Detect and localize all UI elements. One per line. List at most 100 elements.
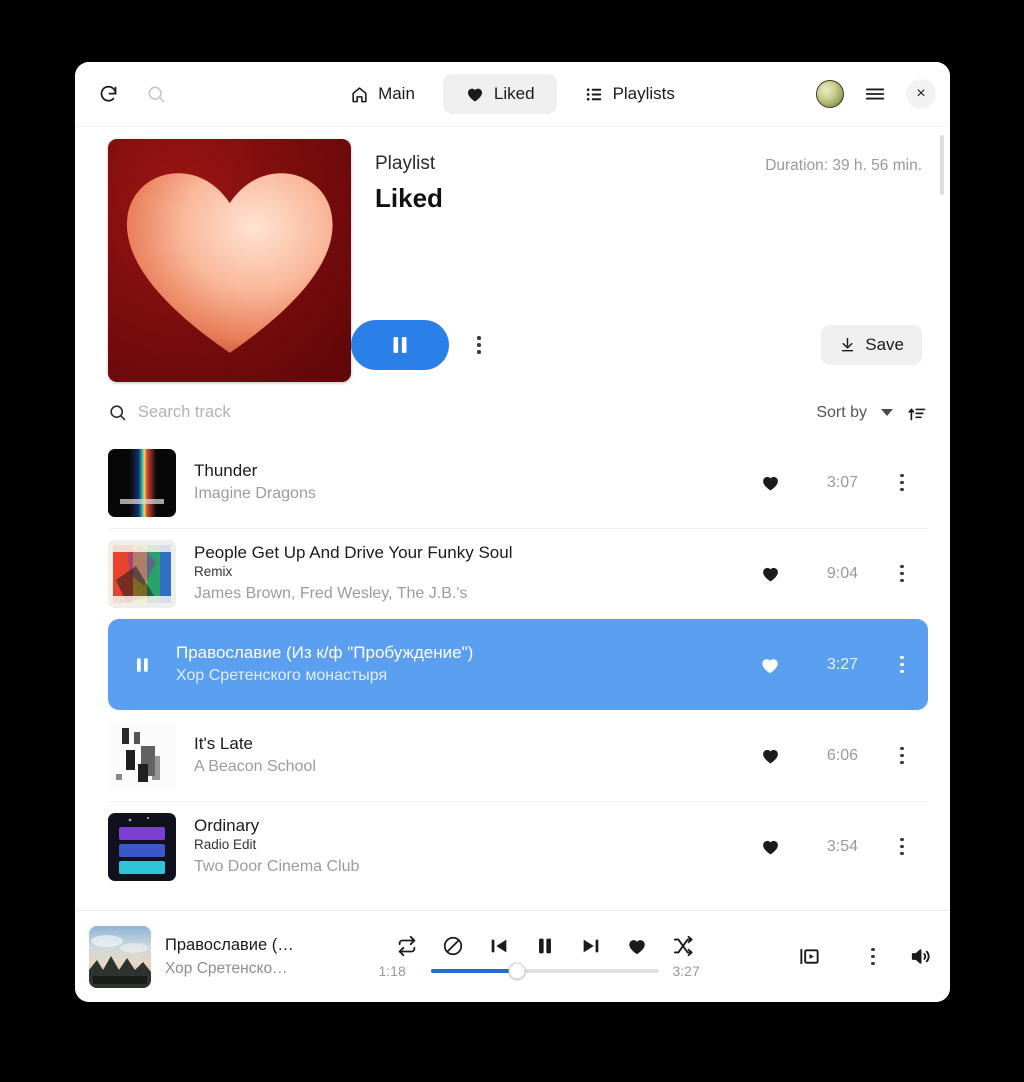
player-right-controls: [798, 945, 932, 968]
tab-playlists-label: Playlists: [612, 84, 675, 103]
sort-ascending-icon[interactable]: [907, 402, 928, 423]
track-cover-art: [108, 721, 176, 790]
tab-liked[interactable]: Liked: [442, 74, 557, 114]
header-right-actions: ×: [816, 77, 936, 111]
next-track-icon[interactable]: [580, 935, 602, 957]
track-like-icon[interactable]: [750, 472, 790, 493]
progress-slider[interactable]: [430, 962, 659, 979]
pause-icon[interactable]: [534, 935, 556, 957]
track-cover-art: [108, 448, 176, 517]
now-playing-title: Православие (…: [165, 935, 294, 954]
track-cover-art: [108, 812, 176, 881]
playlist-duration: Duration: 39 h. 56 min.: [765, 157, 922, 174]
table-row[interactable]: Ordinary Radio Edit Two Door Cinema Club…: [108, 801, 928, 892]
window-header: Main Liked Playlists ×: [75, 62, 950, 126]
repeat-icon[interactable]: [396, 935, 418, 957]
table-row[interactable]: People Get Up And Drive Your Funky Soul …: [108, 528, 928, 619]
save-button[interactable]: Save: [821, 325, 922, 365]
track-duration: 3:07: [826, 473, 858, 491]
now-playing-meta: Православие (… Хор Сретенско…: [165, 936, 311, 978]
track-more-button[interactable]: [888, 473, 916, 492]
search-track-wrapper: [108, 403, 418, 422]
heart-icon: [465, 84, 485, 104]
album-art-sky: [89, 925, 151, 988]
seek-row: 1:18 3:27: [311, 962, 778, 979]
home-icon: [350, 85, 369, 104]
track-subtitle: Remix: [194, 563, 233, 579]
track-more-button[interactable]: [888, 837, 916, 856]
playlist-more-button[interactable]: [465, 336, 493, 354]
track-like-icon[interactable]: [750, 836, 790, 857]
save-button-label: Save: [865, 335, 904, 354]
hamburger-menu-icon[interactable]: [858, 77, 892, 111]
track-subtitle: Radio Edit: [194, 836, 257, 852]
track-more-button[interactable]: [888, 655, 916, 674]
table-row[interactable]: Thunder Imagine Dragons 3:07: [108, 437, 928, 528]
track-like-icon[interactable]: [750, 563, 790, 584]
search-icon[interactable]: [139, 77, 173, 111]
now-playing-artist: Хор Сретенско…: [165, 959, 288, 977]
heart-icon[interactable]: [626, 935, 648, 957]
track-like-icon[interactable]: [750, 745, 790, 766]
avatar[interactable]: [816, 80, 844, 108]
vertical-scrollbar[interactable]: [940, 135, 944, 195]
playlist-play-pause-button[interactable]: [351, 320, 449, 370]
track-artist: Two Door Cinema Club: [194, 858, 360, 876]
track-meta: Thunder Imagine Dragons: [194, 460, 750, 506]
album-art-ordinary: [108, 812, 176, 881]
tab-main[interactable]: Main: [328, 74, 437, 114]
no-crossfade-icon[interactable]: [442, 935, 464, 957]
now-playing-bar: Православие (… Хор Сретенско… 1:18 3:27: [75, 910, 950, 1002]
track-duration: 6:06: [826, 746, 858, 764]
track-playing-indicator[interactable]: [108, 655, 176, 675]
track-like-icon[interactable]: [750, 654, 790, 676]
list-icon: [585, 85, 604, 104]
search-icon: [108, 403, 127, 422]
player-more-button[interactable]: [859, 947, 887, 966]
heart-artwork: [126, 172, 333, 353]
track-duration: 9:04: [826, 564, 858, 582]
track-title: Ordinary: [194, 815, 260, 835]
table-row[interactable]: It's Late A Beacon School 6:06: [108, 710, 928, 801]
track-list: Thunder Imagine Dragons 3:07 People Get …: [75, 437, 950, 892]
elapsed-time: 1:18: [378, 962, 406, 979]
track-meta: Ordinary Radio Edit Two Door Cinema Club: [194, 815, 750, 879]
sort-controls: Sort by: [816, 402, 928, 423]
chevron-down-icon[interactable]: [881, 409, 893, 416]
music-player-window: Main Liked Playlists × Playlist Liked Du…: [75, 62, 950, 1002]
track-more-button[interactable]: [888, 746, 916, 765]
player-transport-controls: [396, 935, 694, 957]
track-artist: Хор Сретенского монастыря: [176, 666, 388, 684]
progress-fill: [430, 968, 518, 973]
page-title: Liked: [375, 183, 443, 213]
tab-main-label: Main: [378, 84, 415, 103]
now-playing-cover-art: [89, 925, 151, 988]
download-icon: [839, 336, 856, 354]
track-meta: Православие (Из к/ф "Пробуждение") Хор С…: [176, 642, 750, 688]
queue-panel-icon[interactable]: [798, 945, 821, 968]
table-row-active[interactable]: Православие (Из к/ф "Пробуждение") Хор С…: [108, 619, 928, 710]
progress-thumb[interactable]: [508, 962, 526, 979]
track-more-button[interactable]: [888, 564, 916, 583]
track-cover-art: [108, 539, 176, 608]
tab-playlists[interactable]: Playlists: [563, 74, 697, 114]
album-art-evolve: [108, 448, 176, 517]
close-glyph: ×: [916, 85, 926, 102]
shuffle-icon[interactable]: [672, 935, 694, 957]
playlist-content: Playlist Liked Duration: 39 h. 56 min. S…: [75, 126, 950, 910]
close-icon[interactable]: ×: [906, 79, 936, 109]
search-input[interactable]: [138, 403, 418, 422]
track-title: People Get Up And Drive Your Funky Soul: [194, 542, 513, 562]
previous-track-icon[interactable]: [488, 935, 510, 957]
track-title: Православие (Из к/ф "Пробуждение"): [176, 642, 474, 662]
track-meta: It's Late A Beacon School: [194, 733, 750, 779]
volume-icon[interactable]: [909, 945, 932, 968]
track-meta: People Get Up And Drive Your Funky Soul …: [194, 542, 750, 606]
track-artist: Imagine Dragons: [194, 484, 316, 502]
sort-by-label[interactable]: Sort by: [816, 404, 867, 422]
refresh-icon[interactable]: [91, 77, 125, 111]
pause-icon: [390, 334, 410, 356]
album-art-its-late: [108, 721, 176, 790]
track-artist: A Beacon School: [194, 757, 316, 775]
pause-icon: [136, 657, 148, 672]
